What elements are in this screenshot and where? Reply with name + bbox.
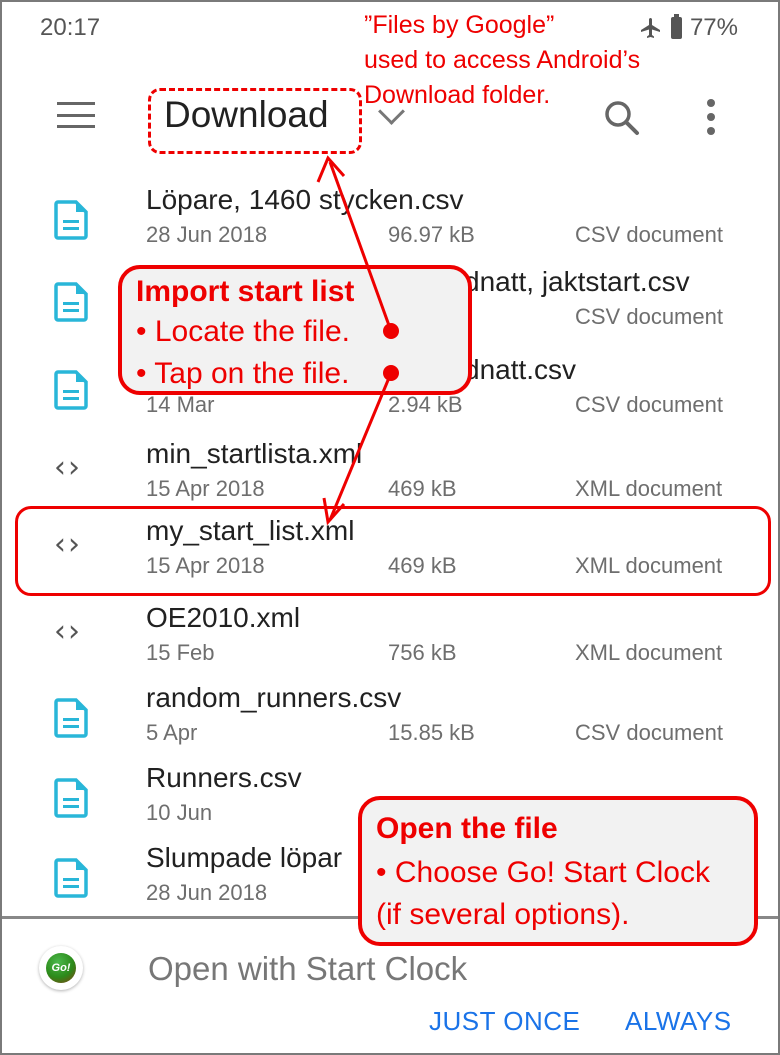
file-type: CSV document (575, 222, 723, 247)
callout-line: (if several options). (376, 898, 630, 931)
app-icon-label: Go! (46, 953, 76, 983)
annotation-line: ”Files by Google” (364, 11, 555, 39)
file-date: 15 Feb (146, 640, 215, 665)
file-type: CSV document (575, 392, 723, 417)
file-size: 2.94 kB (388, 392, 463, 417)
file-date: 14 Mar (146, 392, 215, 417)
annotation-top-note: ”Files by Google” used to access Android… (364, 8, 640, 113)
open-callout: Open the file • Choose Go! Start Clock (… (358, 796, 758, 946)
callout-heading: Import start list (136, 275, 355, 308)
status-time: 20:17 (40, 14, 101, 41)
more-vert-icon[interactable] (707, 99, 715, 135)
arrowhead-up (316, 155, 346, 183)
csv-file-icon (54, 200, 88, 240)
just-once-button[interactable]: JUST ONCE (429, 1006, 580, 1037)
file-name: dnatt, jaktstart.csv (464, 266, 690, 297)
status-icons: 77% (639, 14, 738, 42)
file-name: min_startlista.xml (146, 438, 363, 469)
csv-file-icon (54, 282, 88, 322)
file-row[interactable]: random_runners.csv 5 Apr 15.85 kB CSV do… (2, 682, 778, 762)
xml-file-icon: ‹› (54, 450, 82, 485)
csv-file-icon (54, 858, 88, 898)
file-name: OE2010.xml (146, 602, 301, 633)
always-button[interactable]: ALWAYS (625, 1006, 732, 1037)
file-size: 96.97 kB (388, 222, 475, 247)
csv-file-icon (54, 778, 88, 818)
selected-file-highlight (15, 506, 771, 596)
file-name: random_runners.csv (146, 682, 402, 713)
start-clock-app-icon: Go! (39, 946, 83, 990)
file-name: Löpare, 1460 stycken.csv (146, 184, 464, 215)
hamburger-icon[interactable] (57, 102, 95, 128)
file-type: XML document (575, 476, 723, 501)
file-date: 28 Jun 2018 (146, 880, 268, 905)
callout-line: • Locate the file. (136, 315, 350, 348)
callout-line: • Tap on the file. (136, 357, 350, 390)
battery-icon (670, 14, 682, 39)
file-size: 756 kB (388, 640, 457, 665)
csv-file-icon (54, 698, 88, 738)
file-row[interactable]: ‹› OE2010.xml 15 Feb 756 kB XML document (2, 602, 778, 682)
file-date: 10 Jun (146, 800, 213, 825)
file-type: CSV document (575, 304, 723, 329)
xml-file-icon: ‹› (54, 614, 82, 649)
callout-line: • Choose Go! Start Clock (376, 856, 710, 889)
annotation-line: Download folder. (364, 81, 551, 109)
title-highlight-box (148, 88, 362, 154)
file-date: 28 Jun 2018 (146, 222, 268, 247)
open-with-title: Open with Start Clock (148, 950, 468, 987)
phone-screen: 20:17 77% Download Löpare, 1460 stycken.… (0, 0, 780, 1055)
annotation-line: used to access Android’s (364, 46, 641, 74)
file-name: Runners.csv (146, 762, 302, 793)
callout-heading: Open the file (376, 812, 558, 845)
airplane-icon (640, 18, 660, 38)
file-row[interactable]: Löpare, 1460 stycken.csv 28 Jun 2018 96.… (2, 184, 778, 264)
file-name: dnatt.csv (464, 354, 577, 385)
file-type: CSV document (575, 720, 723, 745)
file-date: 5 Apr (146, 720, 198, 745)
file-size: 469 kB (388, 476, 457, 501)
file-size: 15.85 kB (388, 720, 475, 745)
file-date: 15 Apr 2018 (146, 476, 265, 501)
import-callout: Import start list • Locate the file. • T… (118, 265, 472, 395)
battery-level: 77% (689, 14, 738, 41)
csv-file-icon (54, 370, 88, 410)
file-type: XML document (575, 640, 723, 665)
file-name: Slumpade löpar (146, 842, 343, 873)
